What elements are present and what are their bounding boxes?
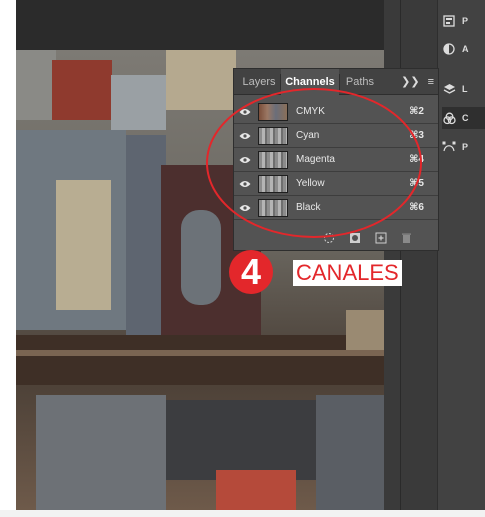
photo-shelf-edge [16, 350, 384, 356]
bottom-margin [0, 510, 485, 517]
collapse-panel-icon[interactable]: ❯❯ [401, 69, 419, 95]
highlight-oval [206, 88, 422, 238]
dock-item-label: A [462, 44, 469, 54]
layers-icon [442, 82, 456, 96]
delete-channel-icon[interactable] [401, 231, 412, 249]
photo-shelf [16, 335, 384, 385]
dock-item-properties[interactable]: P [442, 10, 485, 32]
photo-block [56, 180, 111, 310]
photo-block [16, 50, 56, 120]
tab-layers[interactable]: Layers [238, 69, 280, 95]
channel-shortcut: ⌘6 [409, 202, 424, 213]
paths-icon [442, 140, 456, 154]
panel-dock-column: P A L C P [437, 0, 485, 517]
dock-item-adjustments[interactable]: A [442, 38, 485, 60]
panel-menu-icon[interactable]: ≡ [428, 69, 434, 95]
step-number-badge: 4 [229, 250, 273, 294]
photo-block [166, 50, 236, 110]
photo-block [181, 210, 221, 305]
properties-icon [442, 14, 456, 28]
photo-block [166, 400, 316, 480]
left-margin [0, 0, 16, 517]
photo-block [126, 135, 166, 335]
document-top-band [16, 0, 384, 50]
panel-menu-controls: ❯❯ ≡ [401, 69, 434, 95]
channel-shortcut: ⌘2 [409, 106, 424, 117]
step-caption: CANALES [293, 260, 402, 286]
channels-icon [442, 111, 456, 125]
new-channel-icon[interactable] [375, 231, 387, 249]
dock-item-channels[interactable]: C [442, 107, 485, 129]
photo-block [316, 395, 384, 510]
photo-block [216, 470, 296, 510]
adjustments-icon [442, 42, 456, 56]
dock-item-layers[interactable]: L [442, 78, 485, 100]
save-selection-icon[interactable] [349, 231, 361, 249]
dock-item-label: L [462, 84, 468, 94]
dock-item-paths[interactable]: P [442, 136, 485, 158]
photo-block [346, 310, 384, 350]
photo-block [36, 395, 166, 510]
photo-block [111, 75, 166, 130]
dock-item-label: P [462, 16, 469, 26]
dock-item-label: P [462, 142, 469, 152]
dock-item-label: C [462, 113, 469, 123]
photo-block [52, 60, 112, 120]
